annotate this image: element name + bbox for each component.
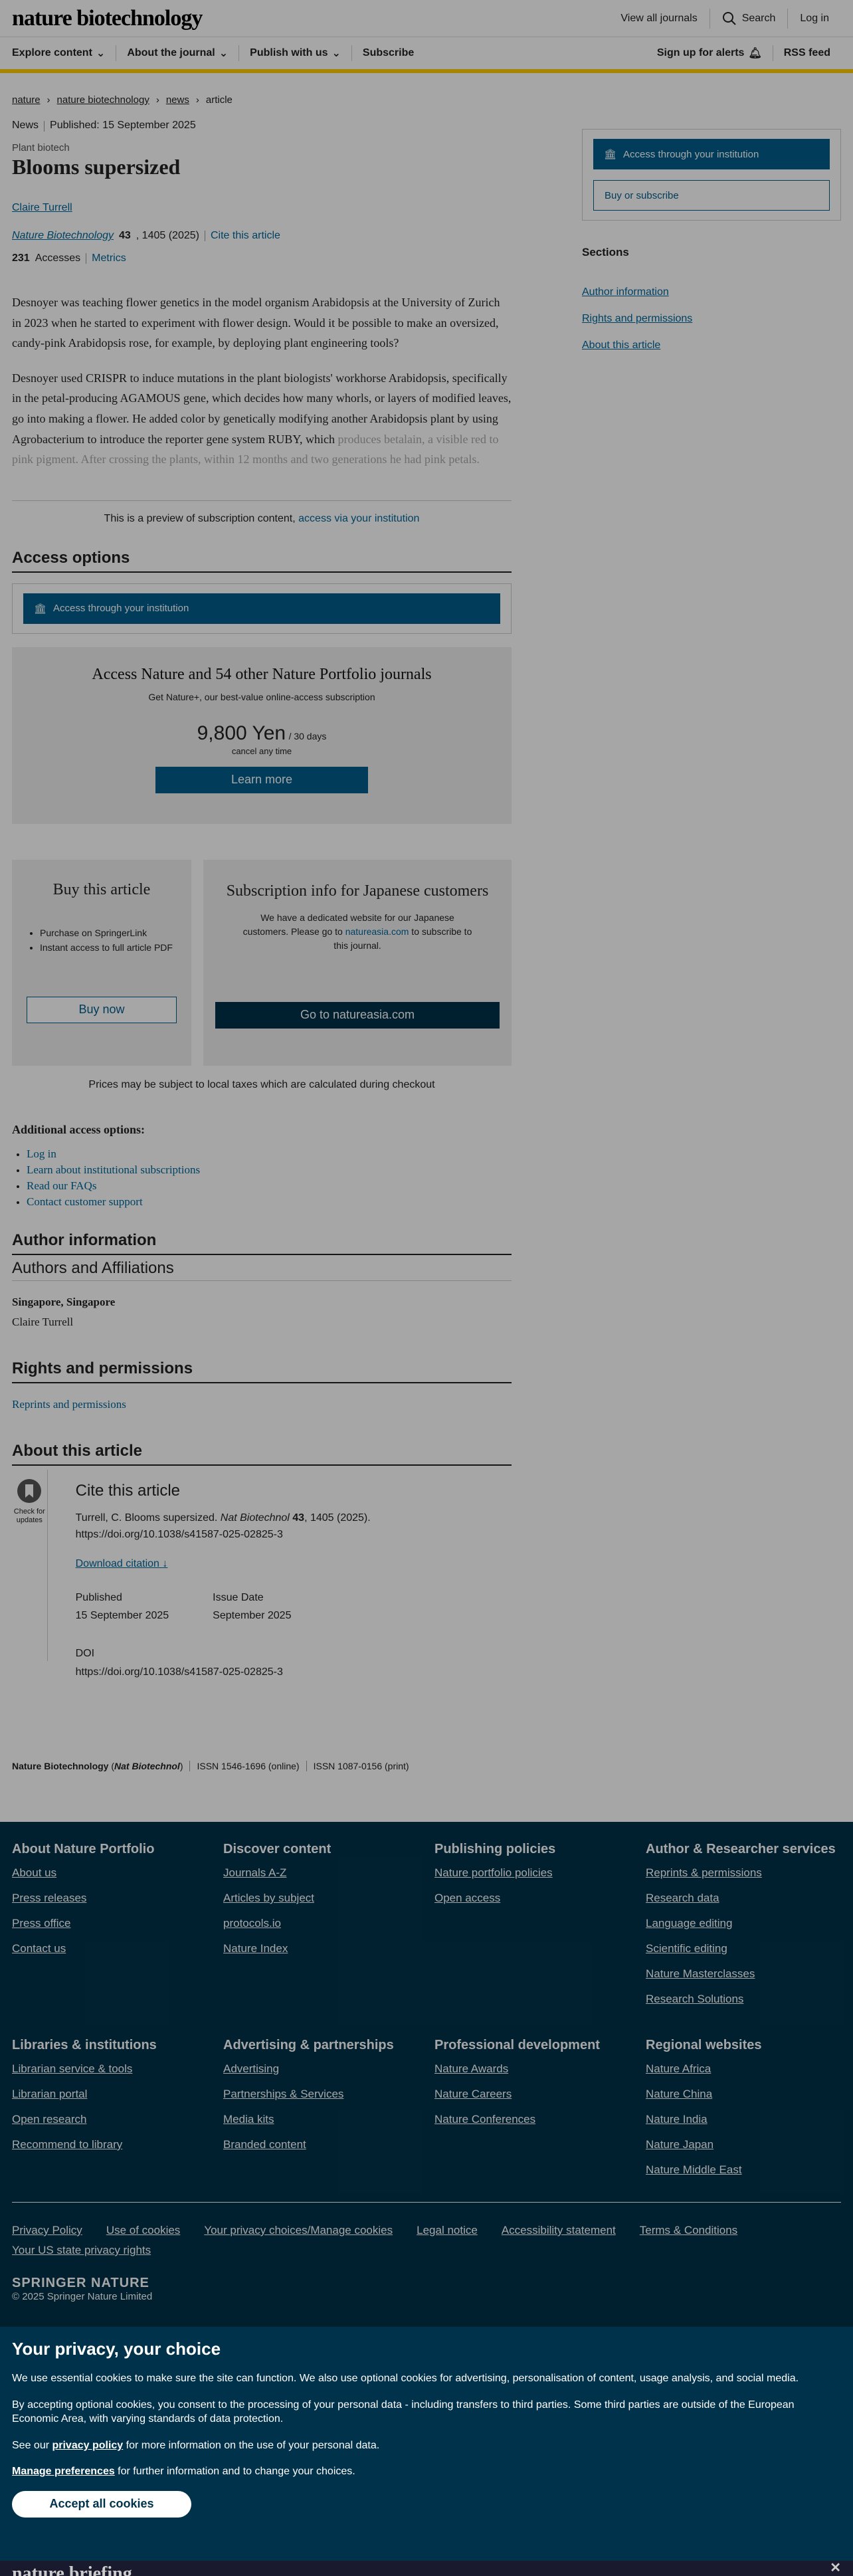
accept-cookies-button[interactable]: Accept all cookies [12,2490,191,2518]
cookie-p1: We use essential cookies to make sure th… [12,2373,799,2384]
close-icon[interactable]: ✕ [830,2561,841,2576]
cookie-banner: Your privacy, your choice We use essenti… [0,2327,853,2576]
cookie-title: Your privacy, your choice [12,2339,221,2359]
cookie-p3: See our privacy policy for more informat… [12,2439,380,2451]
privacy-policy-link[interactable]: privacy policy [52,2440,123,2451]
cookie-p4: Manage preferences for further informati… [12,2466,355,2478]
briefing-strip: nature briefing ✕ [0,2561,853,2576]
manage-preferences-link[interactable]: Manage preferences [12,2466,115,2477]
cookie-p2: By accepting optional cookies, you conse… [12,2399,795,2425]
modal-overlay [0,0,853,2576]
